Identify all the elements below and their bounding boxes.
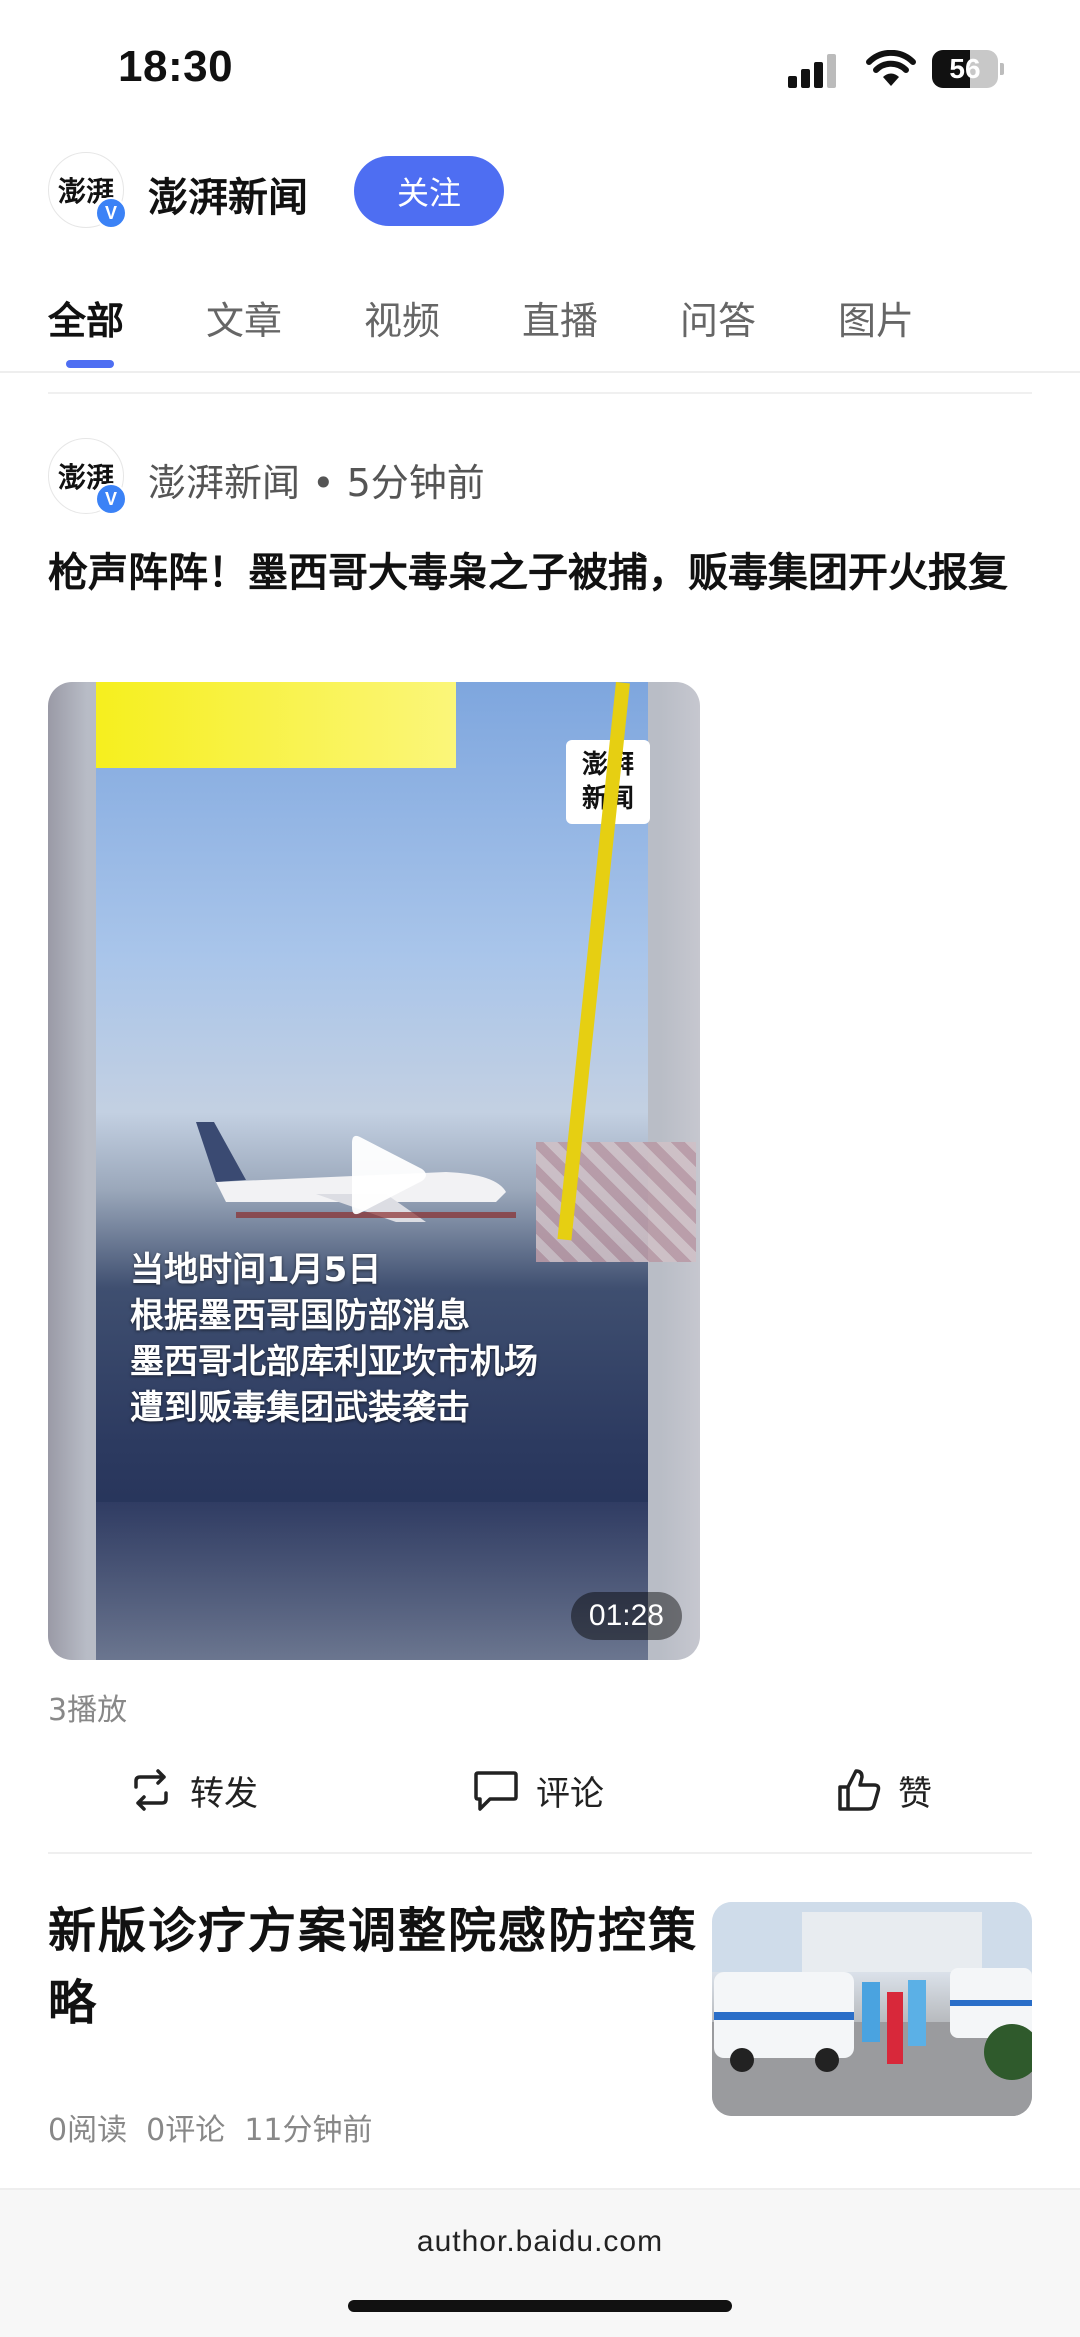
home-indicator[interactable]	[348, 2300, 732, 2312]
ambulance-scene-image	[712, 1902, 1032, 2116]
video-caption-line: 墨西哥北部库利亚坎市机场	[130, 1342, 538, 1382]
comment-button[interactable]: 评论	[472, 1760, 604, 1820]
article-thumbnail[interactable]	[712, 1902, 1032, 2116]
like-label: 赞	[898, 1773, 932, 1814]
post-author-meta[interactable]: 澎湃新闻 • 5分钟前	[148, 452, 485, 507]
forward-button[interactable]: 转发	[128, 1760, 258, 1820]
comment-icon	[474, 1771, 518, 1811]
post-author-avatar[interactable]: 澎湃 V	[48, 438, 127, 515]
tab-videos[interactable]: 视频	[364, 290, 440, 345]
account-name[interactable]: 澎湃新闻	[148, 165, 308, 223]
tab-qa[interactable]: 问答	[680, 290, 756, 345]
battery-icon: 56	[932, 50, 1004, 88]
post-title[interactable]: 枪声阵阵！墨西哥大毒枭之子被捕，贩毒集团开火报复	[48, 540, 1038, 606]
follow-button[interactable]: 关注	[354, 156, 504, 226]
like-button[interactable]: 赞	[836, 1760, 932, 1820]
play-icon[interactable]	[342, 1127, 432, 1223]
video-player[interactable]: 澎湃 新闻 当地时间1月5日 根据墨西哥国防部消息 墨西哥北部库利亚坎市机场 遭…	[48, 682, 700, 1660]
url-bar[interactable]: author.baidu.com	[0, 2225, 1080, 2259]
account-avatar[interactable]: 澎湃 V	[48, 152, 127, 229]
thumbs-up-icon	[838, 1769, 881, 1811]
tab-live[interactable]: 直播	[522, 290, 598, 345]
forward-icon	[134, 1769, 168, 1811]
video-blur-overlay	[96, 1502, 648, 1660]
verified-badge-icon: V	[95, 197, 127, 229]
article-meta: 0阅读 0评论 11分钟前	[48, 2113, 373, 2148]
verified-badge-icon: V	[95, 483, 127, 515]
comment-label: 评论	[536, 1773, 604, 1814]
video-caption-line: 遭到贩毒集团武装袭击	[130, 1388, 470, 1428]
feed-divider	[48, 1852, 1032, 1854]
active-tab-indicator	[66, 360, 114, 368]
forward-label: 转发	[190, 1773, 258, 1814]
video-caption-line: 根据墨西哥国防部消息	[130, 1296, 470, 1336]
article-title[interactable]: 新版诊疗方案调整院感防控策略	[48, 1895, 698, 2039]
fence-image	[536, 1142, 696, 1262]
feed-divider	[48, 392, 1032, 394]
wifi-icon	[866, 50, 916, 86]
tabs-divider	[0, 371, 1080, 373]
tab-images[interactable]: 图片	[838, 290, 914, 345]
tab-all[interactable]: 全部	[48, 290, 124, 345]
status-time: 18:30	[118, 42, 234, 91]
tab-articles[interactable]: 文章	[206, 290, 282, 345]
video-duration: 01:28	[570, 1592, 682, 1640]
play-count: 3播放	[48, 1693, 128, 1728]
signal-icon	[788, 54, 836, 88]
battery-level: 56	[949, 53, 981, 84]
browser-bottom-bar	[0, 2190, 1080, 2337]
yellow-banner	[96, 682, 456, 768]
video-caption-line: 当地时间1月5日	[130, 1250, 382, 1290]
